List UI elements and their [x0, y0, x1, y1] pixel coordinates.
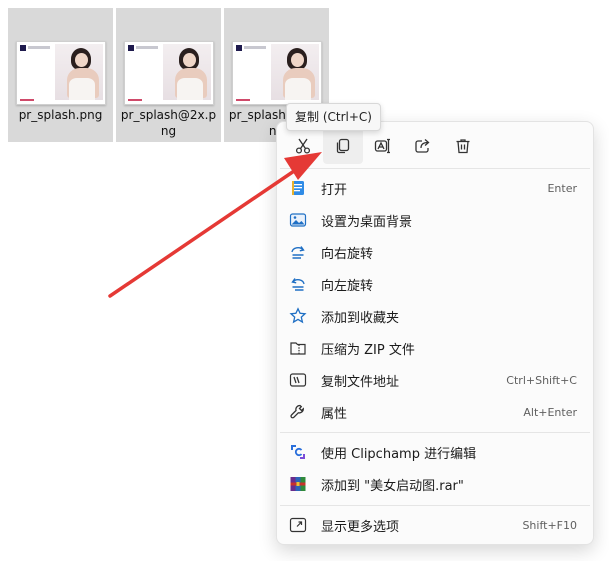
- scissors-icon: [295, 138, 311, 154]
- menu-divider: [280, 505, 590, 506]
- clipchamp-icon: [291, 445, 305, 459]
- more-options-icon: [289, 517, 307, 533]
- menu-divider: [280, 168, 590, 169]
- wallpaper-icon: [289, 213, 307, 227]
- context-menu: 打开 Enter 设置为桌面背景 向右旋转 向左旋转 添加到收藏夹 压缩为 ZI…: [276, 121, 594, 545]
- share-button[interactable]: [403, 128, 443, 164]
- menu-item-properties[interactable]: 属性 Alt+Enter: [281, 397, 589, 427]
- open-notepad-icon: [292, 181, 304, 195]
- file-tile[interactable]: pr_splash.png: [8, 8, 113, 142]
- rotate-left-icon: [291, 278, 305, 291]
- menu-item-add-to-rar[interactable]: 添加到 "美女启动图.rar": [281, 469, 589, 499]
- menu-item-label: 使用 Clipchamp 进行编辑: [321, 446, 477, 462]
- menu-item-rotate-right[interactable]: 向右旋转: [281, 237, 589, 267]
- file-thumbnail: [124, 41, 214, 105]
- menu-item-label: 设置为桌面背景: [321, 214, 413, 230]
- menu-item-compress-zip[interactable]: 压缩为 ZIP 文件: [281, 333, 589, 363]
- copy-tooltip: 复制 (Ctrl+C): [286, 103, 381, 131]
- menu-item-shortcut: Ctrl+Shift+C: [506, 373, 577, 387]
- star-icon: [289, 307, 307, 324]
- menu-item-open[interactable]: 打开 Enter: [281, 173, 589, 203]
- desktop-area: pr_splash.png pr_splash@2x.png pr_splash…: [0, 0, 609, 561]
- copy-button[interactable]: [323, 128, 363, 164]
- menu-item-set-wallpaper[interactable]: 设置为桌面背景: [281, 205, 589, 235]
- delete-button[interactable]: [443, 128, 483, 164]
- menu-item-label: 向左旋转: [321, 278, 374, 294]
- menu-item-more-options[interactable]: 显示更多选项 Shift+F10: [281, 510, 589, 540]
- zip-icon: [290, 342, 306, 355]
- menu-item-label: 向右旋转: [321, 246, 374, 262]
- file-tile[interactable]: pr_splash@2x.png: [116, 8, 221, 142]
- rename-button[interactable]: [363, 128, 403, 164]
- file-thumbnail: [16, 41, 106, 105]
- winrar-icon: [290, 477, 306, 491]
- menu-item-edit-clipchamp[interactable]: 使用 Clipchamp 进行编辑: [281, 437, 589, 467]
- rotate-right-icon: [291, 246, 305, 259]
- cut-button[interactable]: [283, 128, 323, 164]
- menu-item-label: 添加到 "美女启动图.rar": [321, 478, 464, 494]
- menu-item-label: 打开: [321, 182, 348, 198]
- menu-item-add-favorites[interactable]: 添加到收藏夹: [281, 301, 589, 331]
- copy-icon: [336, 138, 350, 154]
- menu-item-label: 复制文件地址: [321, 374, 400, 390]
- trash-icon: [456, 139, 470, 154]
- context-menu-toolbar: [283, 128, 483, 164]
- file-thumbnail: [232, 41, 322, 105]
- menu-item-copy-path[interactable]: 复制文件地址 Ctrl+Shift+C: [281, 365, 589, 395]
- menu-item-shortcut: Shift+F10: [522, 518, 577, 532]
- wrench-icon: [290, 404, 304, 419]
- menu-item-label: 添加到收藏夹: [321, 310, 400, 326]
- menu-item-label: 属性: [321, 406, 348, 422]
- menu-item-label: 显示更多选项: [321, 519, 400, 535]
- menu-item-shortcut: Enter: [547, 181, 577, 195]
- menu-divider: [280, 432, 590, 433]
- file-name: pr_splash@2x.png: [120, 108, 217, 138]
- menu-item-label: 压缩为 ZIP 文件: [321, 342, 415, 358]
- copy-path-icon: [289, 373, 307, 387]
- rename-icon: [374, 138, 390, 154]
- menu-item-shortcut: Alt+Enter: [523, 405, 577, 419]
- file-name: pr_splash.png: [18, 108, 103, 122]
- share-icon: [415, 139, 430, 153]
- menu-item-rotate-left[interactable]: 向左旋转: [281, 269, 589, 299]
